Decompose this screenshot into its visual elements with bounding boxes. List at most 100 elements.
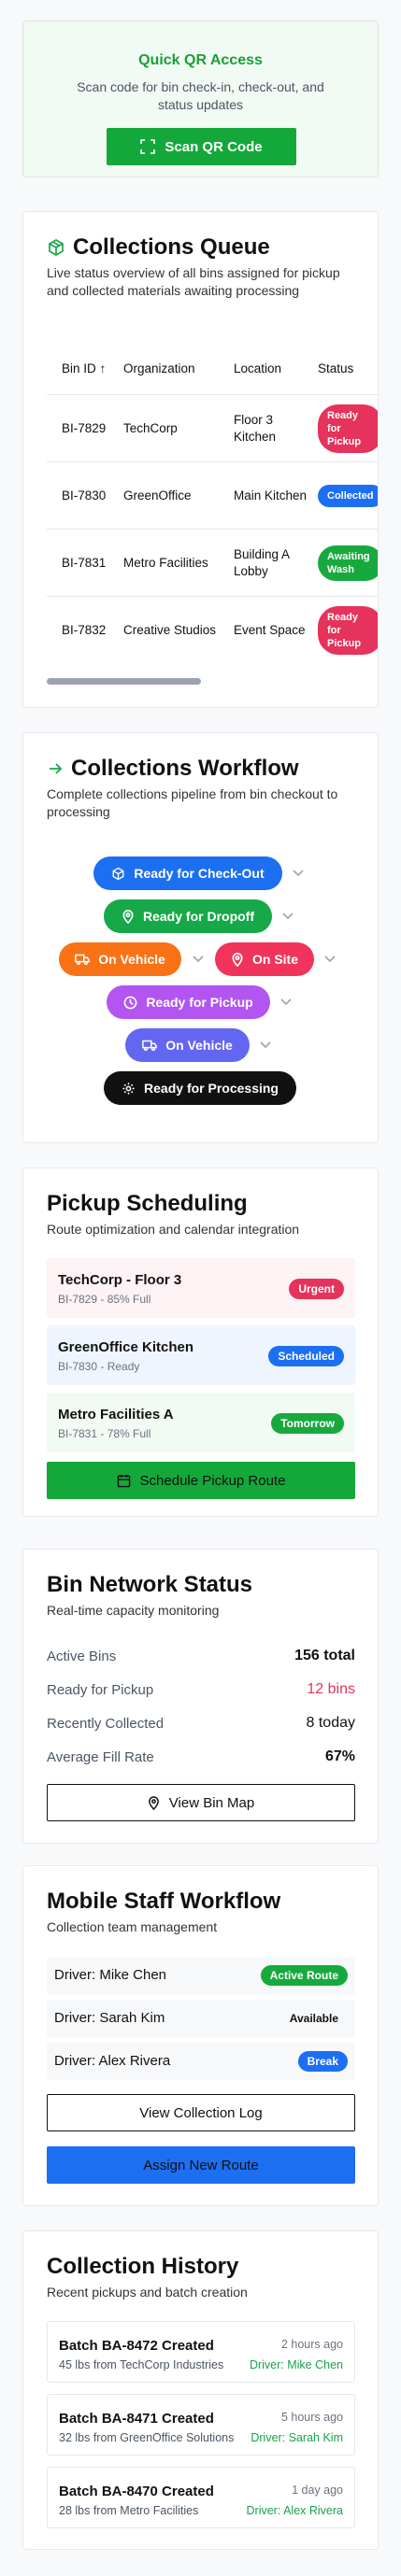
schedule-item[interactable]: TechCorp - Floor 3 BI-7829 - 85% Full Ur… — [47, 1258, 355, 1318]
schedule-name: TechCorp - Floor 3 — [58, 1272, 182, 1288]
driver-name: Driver: Sarah Kim — [54, 2010, 165, 2026]
organization: Metro Facilities — [123, 555, 208, 570]
assign-route-label: Assign New Route — [143, 2157, 259, 2173]
step-on-site[interactable]: On Site — [215, 942, 314, 976]
batch-driver: Driver: Sarah Kim — [251, 2431, 343, 2444]
col-location: Location — [234, 361, 282, 375]
assign-new-route-button[interactable]: Assign New Route — [47, 2146, 355, 2184]
stat-label: Recently Collected — [47, 1715, 165, 1732]
chevron-down-icon — [293, 870, 304, 877]
batch-driver: Driver: Alex Rivera — [246, 2504, 344, 2517]
view-bin-map-button[interactable]: View Bin Map — [47, 1784, 355, 1821]
batch-name: Batch BA-8470 Created — [59, 2484, 214, 2499]
col-status: Status — [318, 361, 354, 375]
mobile-staff-card: Mobile Staff Workflow Collection team ma… — [22, 1865, 379, 2206]
step-ready-checkout[interactable]: Ready for Check-Out — [93, 856, 282, 890]
step-label: On Vehicle — [98, 952, 165, 967]
driver-status-badge: Break — [297, 2051, 348, 2072]
calendar-icon — [117, 1474, 131, 1488]
clock-icon — [123, 996, 137, 1010]
batch-name: Batch BA-8472 Created — [59, 2338, 214, 2354]
stat-average-fill: Average Fill Rate 67% — [47, 1747, 355, 1767]
batch-detail: 32 lbs from GreenOffice Solutions — [59, 2431, 235, 2444]
bin-id: BI-7829 — [62, 420, 107, 435]
schedule-name: GreenOffice Kitchen — [58, 1339, 194, 1355]
location: Event Space — [234, 623, 306, 637]
schedule-name: Metro Facilities A — [58, 1407, 174, 1422]
batch-driver: Driver: Mike Chen — [249, 2358, 343, 2371]
step-on-vehicle-outbound[interactable]: On Vehicle — [59, 942, 181, 976]
table-scrollbar[interactable] — [47, 678, 201, 685]
organization: GreenOffice — [123, 488, 192, 502]
stat-active-bins: Active Bins 156 total — [47, 1646, 355, 1666]
table-row: BI-7832 Creative Studios Event Space Rea… — [47, 597, 378, 664]
history-item[interactable]: Batch BA-8472 Created 45 lbs from TechCo… — [47, 2321, 355, 2383]
schedule-detail: BI-7831 - 78% Full — [58, 1427, 151, 1440]
workflow-subtitle: Complete collections pipeline from bin c… — [47, 786, 338, 819]
history-title: Collection History — [47, 2254, 239, 2279]
driver-row[interactable]: Driver: Alex Rivera Break — [47, 2043, 355, 2080]
collections-workflow-card: Collections Workflow Complete collection… — [22, 732, 379, 1143]
schedule-detail: BI-7830 - Ready — [58, 1360, 140, 1373]
truck-icon — [75, 953, 91, 966]
map-pin-icon — [148, 1795, 160, 1810]
scheduling-subtitle: Route optimization and calendar integrat… — [47, 1222, 300, 1237]
step-ready-dropoff[interactable]: Ready for Dropoff — [104, 899, 272, 933]
driver-name: Driver: Mike Chen — [54, 1967, 167, 1983]
bin-id: BI-7832 — [62, 623, 107, 637]
batch-time: 5 hours ago — [280, 2411, 343, 2424]
map-pin-icon — [122, 909, 135, 924]
staff-subtitle: Collection team management — [47, 1919, 218, 1934]
driver-status-badge: Available — [289, 2012, 338, 2025]
step-label: Ready for Check-Out — [134, 866, 265, 881]
batch-detail: 45 lbs from TechCorp Industries — [59, 2358, 224, 2371]
stat-recently-collected: Recently Collected 8 today — [47, 1713, 355, 1734]
col-bin-id[interactable]: Bin ID ↑ — [62, 361, 107, 377]
collections-queue-card: Collections Queue Live status overview o… — [22, 211, 379, 708]
table-row: BI-7830 GreenOffice Main Kitchen Collect… — [47, 462, 378, 530]
schedule-route-label: Schedule Pickup Route — [139, 1472, 286, 1489]
scan-qr-button[interactable]: Scan QR Code — [107, 128, 296, 165]
organization: Creative Studios — [123, 623, 217, 637]
batch-detail: 28 lbs from Metro Facilities — [59, 2504, 199, 2517]
driver-status-badge: Active Route — [260, 1965, 348, 1986]
workflow-header: Collections Workflow — [47, 756, 299, 782]
organization: TechCorp — [123, 420, 178, 435]
step-label: Ready for Processing — [144, 1081, 279, 1096]
workflow-title: Collections Workflow — [71, 756, 299, 781]
collection-history-card: Collection History Recent pickups and ba… — [22, 2230, 379, 2550]
status-badge: Awaiting Wash — [318, 545, 378, 581]
schedule-item[interactable]: Metro Facilities A BI-7831 - 78% Full To… — [47, 1393, 355, 1452]
step-on-vehicle-return[interactable]: On Vehicle — [125, 1028, 250, 1062]
queue-title: Collections Queue — [73, 234, 270, 260]
package-icon — [47, 238, 65, 257]
driver-row[interactable]: Driver: Sarah Kim Available — [47, 2000, 355, 2037]
step-ready-pickup[interactable]: Ready for Pickup — [107, 985, 270, 1019]
scan-icon — [140, 139, 156, 154]
driver-name: Driver: Alex Rivera — [54, 2053, 171, 2069]
step-label: On Site — [251, 952, 298, 967]
driver-row[interactable]: Driver: Mike Chen Active Route — [47, 1957, 355, 1994]
table-row: BI-7829 TechCorp Floor 3 Kitchen Ready f… — [47, 395, 378, 462]
status-badge: Ready for Pickup — [318, 606, 378, 655]
stat-label: Active Bins — [47, 1648, 117, 1664]
batch-name: Batch BA-8471 Created — [59, 2411, 214, 2427]
stat-value: 156 total — [294, 1648, 355, 1663]
schedule-item[interactable]: GreenOffice Kitchen BI-7830 - Ready Sche… — [47, 1325, 355, 1385]
history-item[interactable]: Batch BA-8471 Created 32 lbs from GreenO… — [47, 2394, 355, 2456]
qr-subtitle: Scan code for bin check-in, check-out, a… — [77, 79, 324, 112]
history-item[interactable]: Batch BA-8470 Created 28 lbs from Metro … — [47, 2467, 355, 2528]
step-ready-processing[interactable]: Ready for Processing — [104, 1071, 296, 1105]
network-title: Bin Network Status — [47, 1572, 253, 1597]
map-pin-icon — [231, 952, 244, 967]
batch-time: 2 hours ago — [280, 2338, 343, 2351]
chevron-down-icon — [280, 998, 292, 1006]
chevron-down-icon — [193, 955, 204, 963]
scheduling-title: Pickup Scheduling — [47, 1191, 248, 1216]
chevron-down-icon — [324, 955, 336, 963]
urgency-badge: Scheduled — [268, 1346, 344, 1366]
schedule-route-button[interactable]: Schedule Pickup Route — [47, 1462, 355, 1499]
location: Floor 3 Kitchen — [234, 412, 277, 444]
pickup-scheduling-card: Pickup Scheduling Route optimization and… — [22, 1168, 379, 1517]
view-collection-log-button[interactable]: View Collection Log — [47, 2094, 355, 2131]
